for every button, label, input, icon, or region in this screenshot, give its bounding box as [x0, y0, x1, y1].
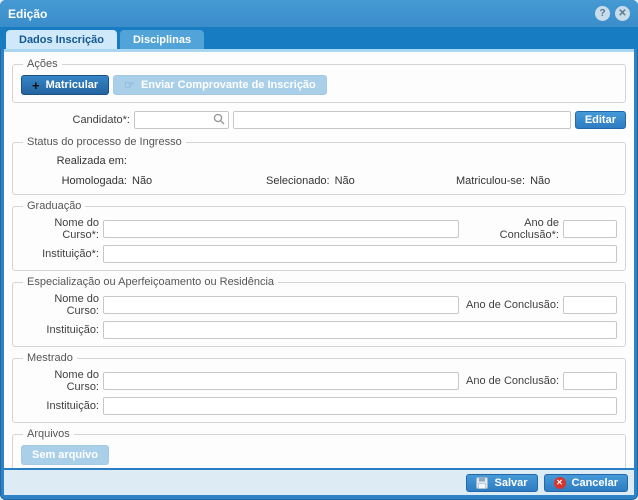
salvar-button[interactable]: Salvar [466, 474, 537, 492]
candidato-label: Candidato*: [12, 114, 130, 126]
plus-icon: + [32, 80, 40, 91]
section-mestrado-legend: Mestrado [23, 352, 77, 364]
section-graduacao-legend: Graduação [23, 200, 85, 212]
section-arquivos-legend: Arquivos [23, 428, 74, 440]
homologada-label: Homologada: [21, 175, 127, 187]
especializacao-nome-curso-label: Nome do Curso: [21, 293, 99, 317]
tab-dados-inscricao[interactable]: Dados Inscrição [6, 30, 117, 49]
enviar-comprovante-button[interactable]: ☞ Enviar Comprovante de Inscrição [113, 75, 327, 95]
section-status-ingresso: Status do processo de Ingresso Realizada… [12, 136, 626, 195]
especializacao-nome-curso-input[interactable] [103, 296, 459, 314]
section-acoes: Ações + Matricular ☞ Enviar Comprovante … [12, 58, 626, 103]
section-arquivos: Arquivos Sem arquivo [12, 428, 626, 468]
graduacao-instituicao-input[interactable] [103, 245, 617, 263]
mestrado-ano-conclusao-input[interactable] [563, 372, 617, 390]
status-selecionado: Selecionado: Não [266, 175, 456, 187]
candidato-name-input[interactable] [233, 111, 571, 129]
especializacao-instituicao-input[interactable] [103, 321, 617, 339]
dialog-body: Ações + Matricular ☞ Enviar Comprovante … [4, 49, 634, 468]
cancel-x-icon: ✕ [554, 477, 566, 489]
homologada-value: Não [132, 175, 152, 187]
help-icon[interactable]: ? [595, 6, 610, 21]
status-homologada: Homologada: Não [21, 175, 266, 187]
send-icon: ☞ [124, 80, 135, 91]
candidato-search-input[interactable] [134, 111, 229, 129]
cancelar-button-label: Cancelar [572, 477, 618, 489]
matriculou-se-label: Matriculou-se: [456, 175, 525, 187]
mestrado-nome-curso-label: Nome do Curso: [21, 369, 99, 393]
close-icon[interactable]: ✕ [615, 6, 630, 21]
graduacao-ano-conclusao-label: Ano de Conclusão*: [463, 217, 559, 241]
candidato-row: Candidato*: Editar [12, 110, 626, 129]
window-title: Edição [8, 7, 47, 21]
mestrado-nome-curso-input[interactable] [103, 372, 459, 390]
matriculou-se-value: Não [530, 175, 550, 187]
status-matriculou-se: Matriculou-se: Não [456, 175, 617, 187]
mestrado-instituicao-label: Instituição: [21, 400, 99, 412]
section-graduacao: Graduação Nome do Curso*: Ano de Conclus… [12, 200, 626, 271]
especializacao-ano-conclusao-label: Ano de Conclusão: [463, 299, 559, 311]
editar-button[interactable]: Editar [575, 111, 626, 129]
enviar-comprovante-button-label: Enviar Comprovante de Inscrição [141, 79, 316, 91]
especializacao-ano-conclusao-input[interactable] [563, 296, 617, 314]
selecionado-label: Selecionado: [266, 175, 330, 187]
salvar-button-label: Salvar [494, 477, 527, 489]
tab-disciplinas[interactable]: Disciplinas [120, 30, 204, 49]
matricular-button-label: Matricular [46, 79, 99, 91]
save-disk-icon [476, 477, 488, 489]
tab-strip: Dados Inscrição Disciplinas [0, 27, 638, 49]
mestrado-ano-conclusao-label: Ano de Conclusão: [463, 375, 559, 387]
section-mestrado: Mestrado Nome do Curso: Ano de Conclusão… [12, 352, 626, 423]
realizada-em-label: Realizada em: [21, 155, 127, 167]
section-acoes-legend: Ações [23, 58, 62, 70]
section-especializacao-legend: Especialização ou Aperfeiçoamento ou Res… [23, 276, 278, 288]
graduacao-nome-curso-input[interactable] [103, 220, 459, 238]
editar-button-label: Editar [585, 114, 616, 126]
especializacao-instituicao-label: Instituição: [21, 324, 99, 336]
graduacao-ano-conclusao-input[interactable] [563, 220, 617, 238]
status-values-row: Homologada: Não Selecionado: Não Matricu… [21, 175, 617, 187]
mestrado-instituicao-input[interactable] [103, 397, 617, 415]
cancelar-button[interactable]: ✕ Cancelar [544, 474, 628, 492]
matricular-button[interactable]: + Matricular [21, 75, 109, 95]
sem-arquivo-button-label: Sem arquivo [32, 449, 98, 461]
section-especializacao: Especialização ou Aperfeiçoamento ou Res… [12, 276, 626, 347]
sem-arquivo-button[interactable]: Sem arquivo [21, 445, 109, 465]
graduacao-nome-curso-label: Nome do Curso*: [21, 217, 99, 241]
graduacao-instituicao-label: Instituição*: [21, 248, 99, 260]
dialog-footer: Salvar ✕ Cancelar [4, 468, 634, 495]
section-status-legend: Status do processo de Ingresso [23, 136, 186, 148]
titlebar: Edição ? ✕ [0, 0, 638, 27]
selecionado-value: Não [335, 175, 355, 187]
edit-dialog-window: Edição ? ✕ Dados Inscrição Disciplinas A… [0, 0, 638, 500]
